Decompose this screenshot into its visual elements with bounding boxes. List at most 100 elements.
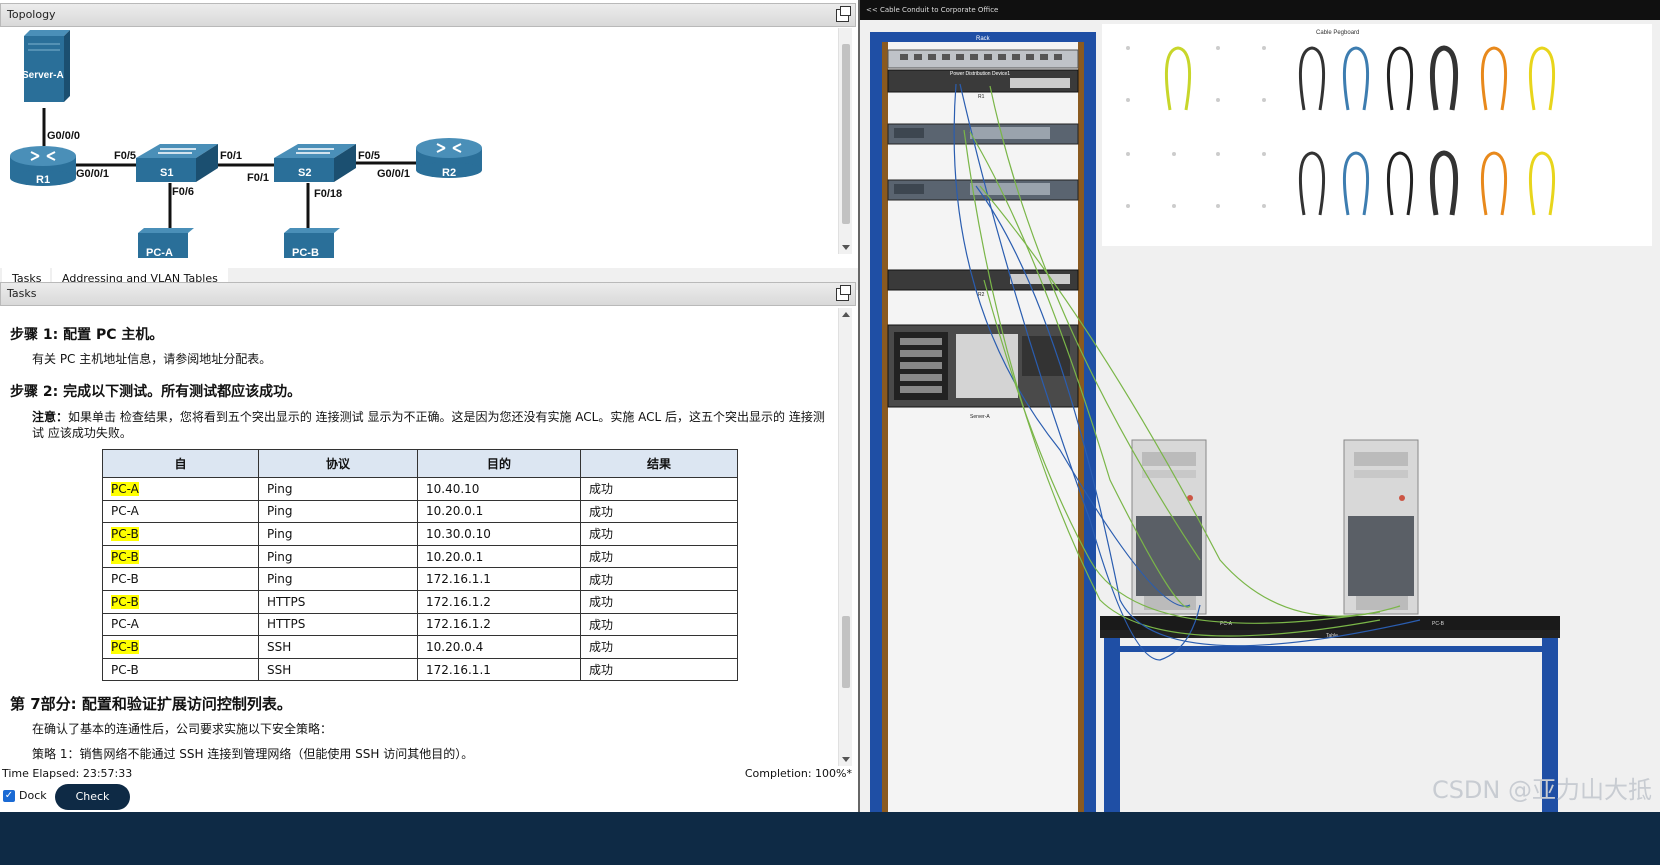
note: 注意：如果单击 检查结果，您将看到五个突出显示的 连接测试 显示为不正确。这是因… <box>32 409 832 441</box>
table-body: PC-A Ping 10.40.10 成功 PC-A Ping 10.20.0.1 成功 PC-… <box>102 477 738 682</box>
server-a-icon[interactable]: Server-A <box>22 30 70 102</box>
cell-protocol-text: SSH <box>267 662 292 677</box>
note-label: 注意： <box>32 410 69 424</box>
restore-icon[interactable] <box>836 6 851 22</box>
cell-dest-text: 172.16.1.1 <box>426 662 491 677</box>
cell-result-text: 成功 <box>589 527 614 542</box>
cell-from-text: PC-B <box>111 526 139 541</box>
port-label: F0/1 <box>247 172 269 184</box>
restore-icon[interactable] <box>836 285 851 301</box>
table-row: PC-B SSH 10.20.0.4 成功 <box>102 635 738 659</box>
cell-result-text: 成功 <box>589 550 614 565</box>
pc-b-tower[interactable] <box>1343 439 1419 615</box>
pc-a-label: PC-A <box>146 247 173 258</box>
pegboard-label: Cable Pegboard <box>1316 30 1359 36</box>
cell-dest-text: 10.20.0.1 <box>426 549 484 564</box>
cell-dest: 172.16.1.2 <box>417 612 581 637</box>
cell-from: PC-A <box>102 499 259 524</box>
cell-result: 成功 <box>580 657 738 682</box>
cell-result: 成功 <box>580 477 738 501</box>
cell-protocol: HTTPS <box>258 612 418 637</box>
physical-svg: Rack Power Distribution Device1 R1 R2 Se… <box>870 24 1652 812</box>
cell-result: 成功 <box>580 522 738 546</box>
cell-protocol: SSH <box>258 635 418 659</box>
check-results-button[interactable]: Check Results <box>55 784 130 829</box>
cell-result-text: 成功 <box>589 640 614 655</box>
tasks-scrollbar[interactable] <box>838 308 852 766</box>
scroll-down-icon[interactable] <box>842 245 850 250</box>
cell-dest: 10.30.0.10 <box>417 522 581 546</box>
cell-dest: 172.16.1.1 <box>417 657 581 682</box>
rack[interactable] <box>870 32 1096 812</box>
cell-result: 成功 <box>580 567 738 591</box>
cell-from-text: PC-B <box>111 639 139 654</box>
s1-label: S1 <box>160 167 173 179</box>
cell-protocol-text: Ping <box>267 549 293 564</box>
table-row: PC-B Ping 10.20.0.1 成功 <box>102 544 738 569</box>
cell-protocol-text: Ping <box>267 481 293 496</box>
cell-dest-text: 10.40.10 <box>426 481 480 496</box>
cell-protocol-text: HTTPS <box>267 617 306 632</box>
cell-from-text: PC-B <box>111 594 139 609</box>
col-protocol: 协议 <box>258 449 418 478</box>
physical-view: << Cable Conduit to Corporate Office Rac… <box>858 0 1660 812</box>
cell-result-text: 成功 <box>589 572 614 587</box>
server-a-label: Server-A <box>22 70 64 81</box>
cell-from: PC-B <box>102 522 259 546</box>
cell-protocol: Ping <box>258 567 418 591</box>
cell-dest-text: 10.20.0.1 <box>426 504 484 519</box>
s2-label: S2 <box>298 167 311 179</box>
cell-dest: 172.16.1.2 <box>417 589 581 614</box>
table-row: PC-B Ping 10.30.0.10 成功 <box>102 522 738 546</box>
step1-text: 有关 PC 主机地址信息，请参阅地址分配表。 <box>32 352 272 366</box>
cell-from: PC-B <box>102 589 259 614</box>
cell-protocol-text: Ping <box>267 504 293 519</box>
cable-pegboard[interactable] <box>1102 24 1652 246</box>
cell-protocol: SSH <box>258 657 418 682</box>
cell-result-text: 成功 <box>589 482 614 497</box>
pc-a-icon[interactable]: PC-A <box>138 228 194 263</box>
cell-result: 成功 <box>580 499 738 524</box>
cell-dest: 10.20.0.1 <box>417 499 581 524</box>
topology-title: Topology <box>7 8 56 21</box>
time-elapsed: Time Elapsed: 23:57:33 <box>2 767 133 780</box>
router-r2-icon[interactable]: R2 <box>416 138 482 179</box>
policy1-text: 策略 1：销售网络不能通过 SSH 连接到管理网络（但能使用 SSH 访问其他目… <box>32 747 474 762</box>
cell-dest: 10.20.0.4 <box>417 635 581 659</box>
scroll-up-icon[interactable] <box>842 312 850 317</box>
policy1: 策略 1：销售网络不能通过 SSH 连接到管理网络（但能使用 SSH 访问其他目… <box>32 745 828 762</box>
cell-from-text: PC-A <box>111 617 139 632</box>
scroll-thumb[interactable] <box>842 616 850 688</box>
pc-b-icon[interactable]: PC-B <box>284 228 340 263</box>
tasks-title: Tasks <box>7 287 37 300</box>
table-row: PC-A Ping 10.40.10 成功 <box>102 477 738 501</box>
switch-s1-icon[interactable]: S1 <box>136 144 218 182</box>
r1-rack-label: R1 <box>978 94 985 100</box>
r2-label: R2 <box>442 167 456 179</box>
topology-scrollbar[interactable] <box>838 28 852 254</box>
cell-dest: 10.40.10 <box>417 477 581 501</box>
cell-from: PC-B <box>102 567 259 591</box>
cell-from: PC-B <box>102 544 259 569</box>
cell-protocol-text: Ping <box>267 572 293 587</box>
cell-result-text: 成功 <box>589 663 614 678</box>
cell-dest-text: 172.16.1.2 <box>426 594 491 609</box>
pc-b-label: PC-B <box>292 247 319 258</box>
part7-title: 第 7部分: 配置和验证扩展访问控制列表。 <box>10 695 292 714</box>
cell-from-text: PC-B <box>111 549 139 564</box>
topology-svg: Server-A R1 S1 S2 R2 PC-A PC-B G0/0/0 G0… <box>10 30 482 263</box>
cell-from-text: PC-A <box>111 481 139 496</box>
dock-checkbox[interactable]: ✓ <box>3 790 15 802</box>
scroll-down-icon[interactable] <box>842 757 850 762</box>
cell-protocol-text: HTTPS <box>267 594 306 609</box>
cell-protocol: HTTPS <box>258 589 418 614</box>
cell-protocol: Ping <box>258 544 418 569</box>
router-r1-icon[interactable]: R1 <box>10 146 76 186</box>
table-row: PC-B SSH 172.16.1.1 成功 <box>102 657 738 682</box>
port-label: G0/0/1 <box>377 168 410 180</box>
cell-dest: 10.20.0.1 <box>417 544 581 569</box>
scroll-thumb[interactable] <box>842 44 850 224</box>
left-pane: Topology Server-A R1 S1 S2 R2 PC-A PC-B … <box>0 0 858 865</box>
table-row: PC-B HTTPS 172.16.1.2 成功 <box>102 589 738 614</box>
switch-s2-icon[interactable]: S2 <box>274 144 356 182</box>
